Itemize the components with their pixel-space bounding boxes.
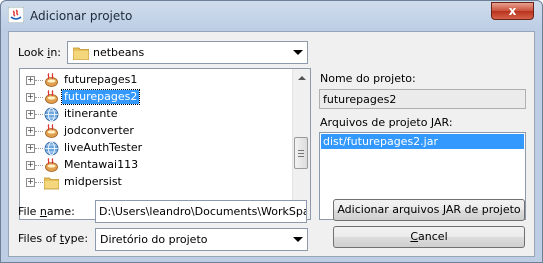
files-of-type-label: Files of type: [18,232,89,245]
expand-icon[interactable]: + [26,144,35,153]
jar-files-label: Arquivos de projeto JAR: [320,116,453,129]
project-name-label: Nome do projeto: [320,72,416,85]
files-of-type-dropdown[interactable]: Diretório do projeto [95,228,308,251]
expand-icon[interactable]: + [26,178,35,187]
expand-icon[interactable]: + [26,93,35,102]
title-bar[interactable]: Adicionar projeto x [1,1,542,31]
expand-icon[interactable]: + [26,110,35,119]
tree-item-label: itinerante [64,107,118,120]
files-of-type-value: Diretório do projeto [100,233,208,246]
tree-item[interactable]: + midpersist [20,174,292,191]
dialog-content: Look in: netbeans + futurepages1 + futurepa… [8,31,535,257]
tree-item[interactable]: + Mentawai113 [20,157,292,174]
tree-item-label: futurepages1 [64,73,138,86]
dialog-window: Adicionar projeto x Look in: netbeans + f… [0,0,543,263]
tree-item-label: futurepages2 [60,89,141,105]
tree-item-label: jodconverter [64,124,134,137]
tree-item[interactable]: + futurepages2 [20,89,292,106]
tree-item-label: Mentawai113 [64,158,139,171]
file-name-input[interactable]: D:\Users\leandro\Documents\WorkSpaces\ [95,200,307,223]
project-tree[interactable]: + futurepages1 + futurepages2 + itinerante + jo… [19,68,311,220]
window-title: Adicionar projeto [30,9,133,23]
folder-icon [43,175,60,190]
tree-connector [35,114,43,115]
netbeans-project-icon [44,73,59,88]
project-name-value: futurepages2 [323,93,397,106]
netbeans-project-icon [44,158,59,173]
jar-list-item[interactable]: dist/futurepages2.jar [321,134,524,149]
tree-item[interactable]: + itinerante [20,106,292,123]
cancel-button[interactable]: Cancel [333,226,525,248]
java-app-icon [8,7,24,23]
web-project-globe-icon [44,107,59,122]
add-jar-files-button[interactable]: Adicionar arquivos JAR de projeto [333,199,525,221]
tree-item[interactable]: + jodconverter [20,123,292,140]
tree-connector [35,131,43,132]
scroll-thumb[interactable] [294,137,308,169]
tree-connector [35,148,43,149]
tree-connector [35,182,43,183]
web-project-globe-icon [44,141,59,156]
tree-connector [35,165,43,166]
tree-scrollbar[interactable] [292,69,310,219]
scroll-up-button[interactable] [293,69,310,86]
tree-item[interactable]: + liveAuthTester [20,140,292,157]
look-in-dropdown[interactable]: netbeans [67,41,308,64]
tree-item-label: liveAuthTester [64,141,143,154]
folder-icon [73,47,89,60]
project-name-field: futurepages2 [319,89,526,109]
tree-connector [35,80,43,81]
expand-icon[interactable]: + [26,161,35,170]
file-name-label: File name: [18,205,75,218]
tree-item-label: midpersist [64,175,122,188]
look-in-label: Look in: [18,46,62,59]
look-in-value: netbeans [93,46,145,59]
netbeans-project-icon [44,124,59,139]
file-name-value: D:\Users\leandro\Documents\WorkSpaces\ [99,205,306,218]
tree-connector [35,97,43,98]
close-button[interactable]: x [491,2,534,20]
chevron-down-icon[interactable] [289,229,307,250]
netbeans-project-icon [44,90,59,105]
expand-icon[interactable]: + [26,127,35,136]
tree-item[interactable]: + futurepages1 [20,72,292,89]
expand-icon[interactable]: + [26,76,35,85]
chevron-down-icon[interactable] [289,42,307,63]
